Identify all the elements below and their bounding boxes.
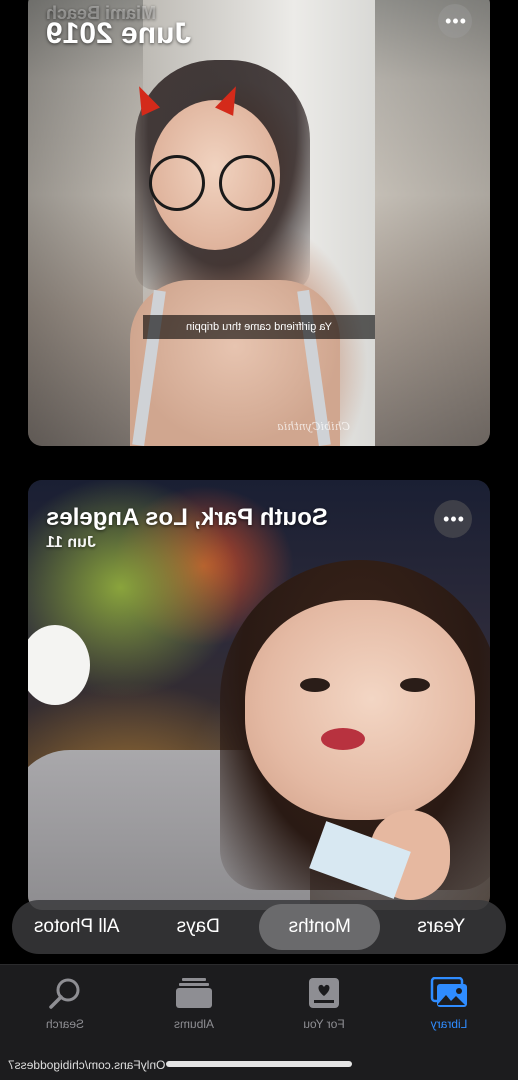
tab-search[interactable]: Search (15, 975, 115, 1031)
tab-for-you-label: For You (303, 1017, 345, 1031)
glasses-filter (219, 155, 275, 211)
albums-icon (172, 975, 216, 1011)
ellipsis-icon[interactable]: ••• (434, 500, 472, 538)
tab-albums-label: Albums (174, 1017, 215, 1031)
search-icon (43, 975, 87, 1011)
mirrored-screen: Ya girlfriend came thru drippin ChibiCyn… (0, 0, 518, 1080)
moment-card-miami[interactable]: Ya girlfriend came thru drippin ChibiCyn… (28, 0, 490, 446)
card-location: Miami Beach (46, 3, 157, 23)
card-date: June 2019 (46, 17, 192, 50)
tab-albums[interactable]: Albums (144, 975, 244, 1031)
segment-days[interactable]: Days (138, 904, 260, 950)
photo-library-icon (427, 975, 471, 1011)
card-title: South Park, Los Angeles Jun 11 (46, 504, 328, 554)
tab-search-label: Search (45, 1017, 85, 1031)
segment-months[interactable]: Months (259, 904, 381, 950)
glasses-filter (149, 155, 205, 211)
card-title: Miami Beach June 2019 (46, 3, 192, 50)
tab-library-label: Library (430, 1017, 468, 1031)
tab-library[interactable]: Library (399, 975, 499, 1031)
for-you-icon (302, 975, 346, 1011)
moment-card-south-park[interactable]: ••• South Park, Los Angeles Jun 11 (28, 480, 490, 910)
photo-watermark: ChibiCynthia (277, 420, 350, 433)
segment-years[interactable]: Years (381, 904, 503, 950)
view-segmented-control: Years Months Days All Photos (12, 900, 506, 954)
tab-for-you[interactable]: For You (274, 975, 374, 1031)
segment-all-photos[interactable]: All Photos (16, 904, 138, 950)
card-date: Jun 11 (46, 534, 96, 551)
card-location: South Park, Los Angeles (46, 504, 328, 531)
ellipsis-icon[interactable]: ••• (438, 4, 472, 38)
watermark-url: OnlyFans.com/chibigoddess7 (8, 1058, 166, 1072)
photo-caption: Ya girlfriend came thru drippin (143, 315, 375, 339)
